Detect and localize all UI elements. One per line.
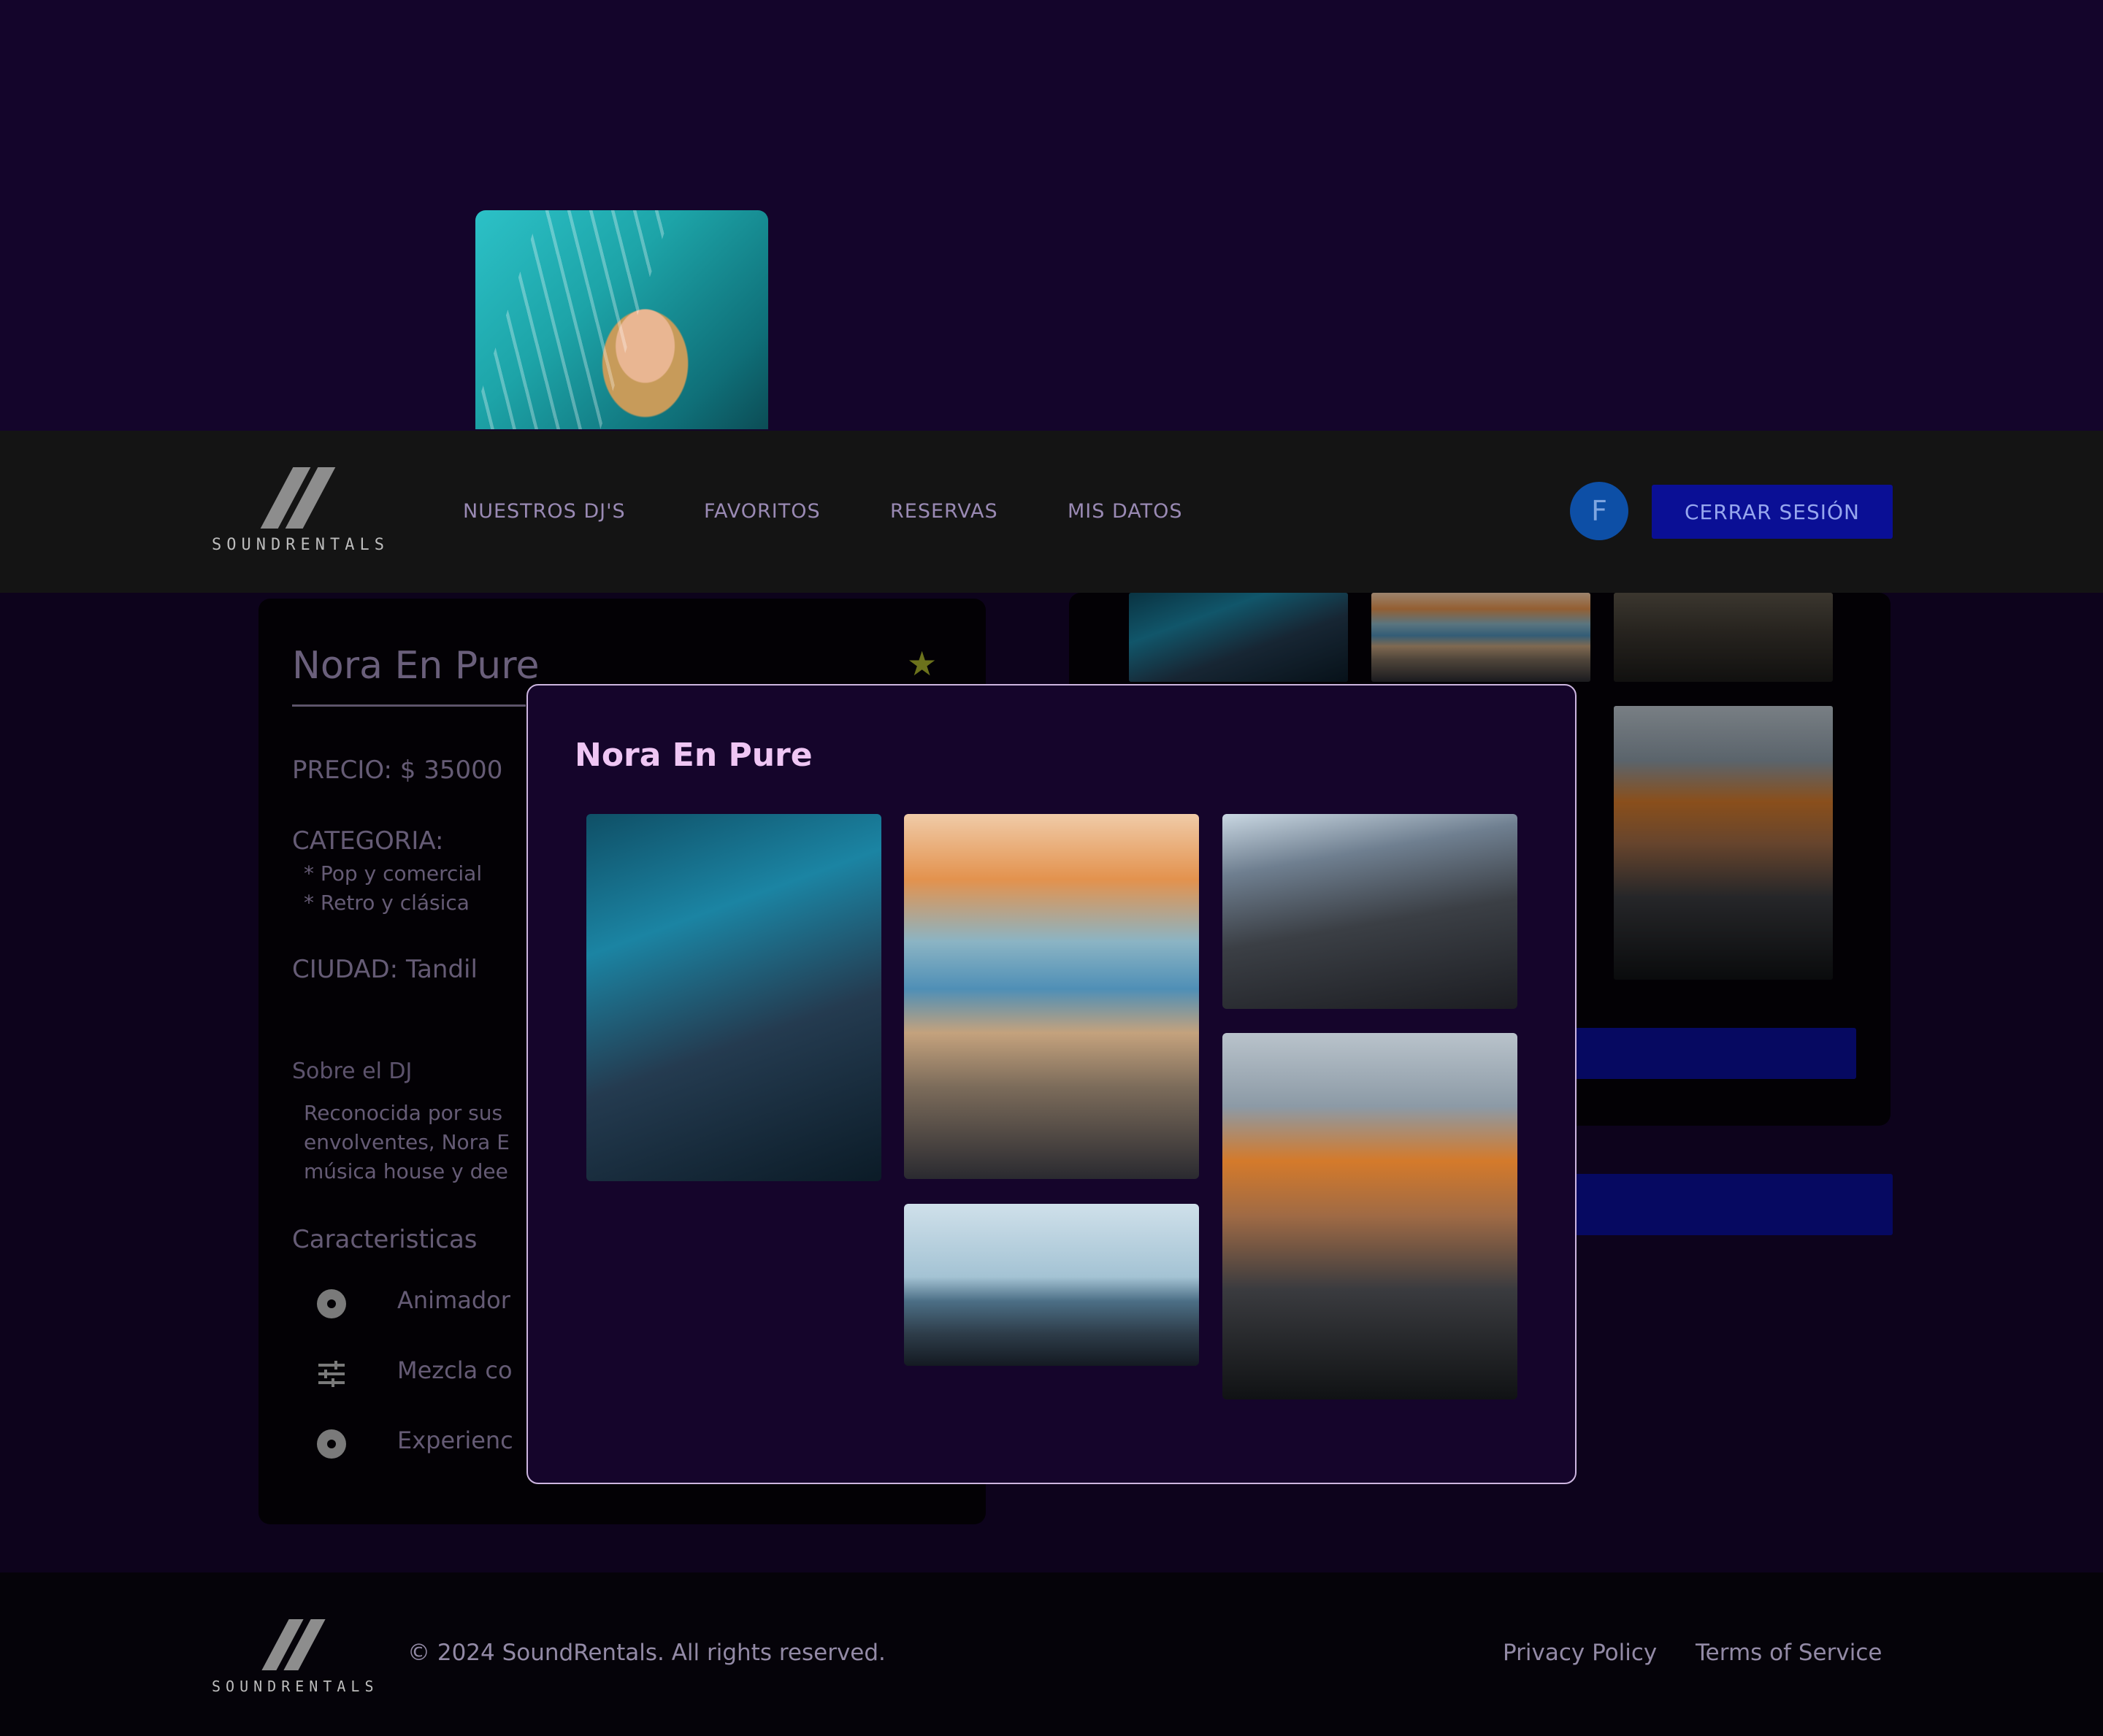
modal-title: Nora En Pure: [575, 737, 813, 774]
nav-link-reservas[interactable]: RESERVAS: [890, 500, 998, 523]
modal-photo[interactable]: [904, 814, 1199, 1179]
nav-link-djs[interactable]: NUESTROS DJ'S: [463, 500, 626, 523]
gallery-modal: Nora En Pure: [526, 684, 1577, 1484]
modal-photo[interactable]: [1222, 1033, 1517, 1399]
logo-icon: [261, 467, 336, 529]
logout-button[interactable]: CERRAR SESIÓN: [1652, 485, 1893, 539]
modal-photo[interactable]: [586, 814, 881, 1181]
modal-photo[interactable]: [1222, 814, 1517, 1009]
footer: SOUNDRENTALS © 2024 SoundRentals. All ri…: [0, 1572, 2103, 1736]
modal-photo[interactable]: [904, 1204, 1199, 1366]
terms-link[interactable]: Terms of Service: [1696, 1640, 1882, 1666]
user-avatar[interactable]: F: [1570, 482, 1628, 540]
logo-icon: [261, 1619, 326, 1670]
brand-logo[interactable]: SOUNDRENTALS: [212, 467, 389, 554]
brand-wordmark: SOUNDRENTALS: [212, 536, 389, 554]
nav-link-favoritos[interactable]: FAVORITOS: [704, 500, 821, 523]
privacy-link[interactable]: Privacy Policy: [1503, 1640, 1657, 1666]
nav-link-mis-datos[interactable]: MIS DATOS: [1068, 500, 1183, 523]
footer-logo[interactable]: SOUNDRENTALS: [212, 1619, 379, 1695]
copyright-text: © 2024 SoundRentals. All rights reserved…: [407, 1640, 886, 1666]
footer-wordmark: SOUNDRENTALS: [212, 1678, 379, 1695]
navbar: SOUNDRENTALS NUESTROS DJ'S FAVORITOS RES…: [0, 431, 2103, 593]
dj-hero-photo: [475, 210, 768, 429]
